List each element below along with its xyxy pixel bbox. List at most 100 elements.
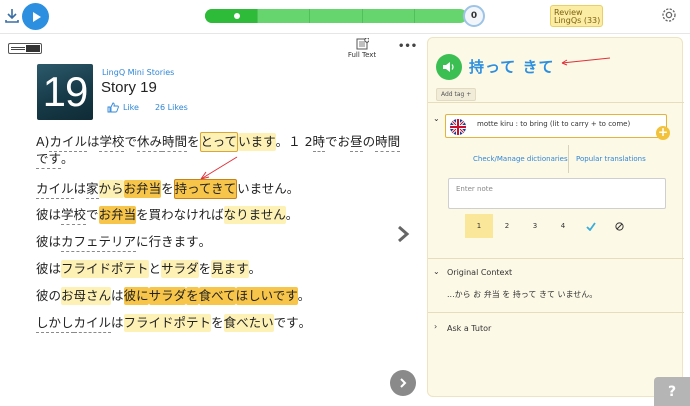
word[interactable]: いません <box>237 180 287 198</box>
word[interactable]: は <box>49 260 62 278</box>
word[interactable]: 。 <box>286 206 299 224</box>
ask-tutor-header[interactable]: Ask a Tutor <box>447 324 491 333</box>
chevron-right-icon[interactable]: › <box>434 322 437 331</box>
selected-word[interactable]: 持ってきて <box>173 179 238 199</box>
word[interactable]: を <box>186 287 199 305</box>
download-icon[interactable] <box>3 7 21 25</box>
word[interactable]: の <box>363 133 376 151</box>
word[interactable]: 。 <box>299 314 312 332</box>
check-dictionaries-link[interactable]: Check/Manage dictionaries <box>473 155 568 163</box>
word[interactable]: です <box>274 314 299 332</box>
word[interactable]: を <box>161 180 174 198</box>
meaning-text[interactable]: motte kiru : to bring (lit to carry + to… <box>477 120 630 128</box>
word[interactable]: カイル <box>36 180 74 199</box>
help-button[interactable]: ? <box>654 377 690 406</box>
word[interactable]: なりません <box>223 206 286 224</box>
word[interactable]: でお <box>325 133 350 151</box>
lingq-word[interactable]: とって <box>199 132 239 152</box>
word[interactable]: フライドポテト <box>61 260 149 278</box>
word[interactable]: います <box>238 133 276 151</box>
review-lingqs-button[interactable]: Review LingQs (33) <box>550 5 603 27</box>
popular-translations-link[interactable]: Popular translations <box>576 155 646 163</box>
word[interactable]: から <box>98 180 124 198</box>
word[interactable]: は <box>87 133 100 151</box>
word[interactable]: 学校 <box>99 133 125 152</box>
word[interactable]: 。 <box>276 133 289 151</box>
add-tag-button[interactable]: Add tag + <box>436 88 477 101</box>
word[interactable]: 時 <box>312 133 326 152</box>
chevron-right-icon[interactable] <box>396 224 410 244</box>
word[interactable]: 彼 <box>36 287 49 305</box>
word[interactable]: 。 <box>287 180 300 198</box>
speaker-icon[interactable] <box>436 54 462 80</box>
word[interactable]: は <box>111 287 124 305</box>
play-button[interactable] <box>22 3 49 30</box>
word[interactable]: 見ます <box>211 260 249 278</box>
word[interactable]: A) <box>36 133 49 151</box>
ignore-icon[interactable] <box>605 214 633 238</box>
word[interactable]: は <box>49 233 62 251</box>
word[interactable]: で <box>124 133 137 151</box>
word[interactable]: を <box>187 133 200 151</box>
word[interactable]: 。 <box>298 287 311 305</box>
word[interactable]: は <box>111 314 124 332</box>
more-options-icon[interactable]: ••• <box>398 41 417 52</box>
course-link[interactable]: LingQ Mini Stories <box>102 68 174 77</box>
sentence-mode-toggle[interactable] <box>8 43 42 54</box>
lingq-word[interactable]: 彼に <box>123 287 149 305</box>
status-3-button[interactable]: 3 <box>521 214 549 238</box>
word[interactable]: 彼 <box>36 260 49 278</box>
word[interactable]: 買わなければ <box>149 206 224 224</box>
view-mode-selector[interactable]: Full Text <box>346 38 378 59</box>
lingq-word[interactable]: 食べて <box>198 287 236 305</box>
word[interactable]: に <box>136 233 149 251</box>
word[interactable]: 。 <box>199 233 212 251</box>
like-button[interactable]: Like <box>123 103 139 112</box>
word[interactable]: は <box>49 206 62 224</box>
next-page-button[interactable] <box>390 370 416 396</box>
original-context-header[interactable]: Original Context <box>447 268 512 277</box>
chevron-down-icon[interactable]: ⌄ <box>433 114 440 123</box>
word[interactable]: 休み <box>137 133 163 152</box>
add-meaning-button[interactable]: + <box>656 126 670 140</box>
word[interactable]: を <box>199 260 212 278</box>
thumbs-up-icon[interactable] <box>107 102 119 113</box>
status-1-button[interactable]: 1 <box>465 214 493 238</box>
word[interactable]: 。 <box>61 150 74 168</box>
chevron-down-icon[interactable]: ⌄ <box>433 267 440 276</box>
word[interactable]: は <box>74 180 87 198</box>
note-field[interactable]: Enter note <box>448 178 666 209</box>
word[interactable]: 行きます <box>149 233 199 251</box>
word[interactable]: 学校 <box>61 206 87 225</box>
gear-icon[interactable] <box>660 6 678 24</box>
word[interactable]: 昼 <box>350 133 363 152</box>
word[interactable]: 。 <box>249 260 262 278</box>
lingq-word[interactable]: サラダ <box>148 287 187 305</box>
word[interactable]: １ 2 <box>288 133 312 151</box>
word[interactable]: しかし <box>36 314 74 333</box>
word[interactable]: カイル <box>73 314 112 333</box>
word[interactable]: 彼 <box>36 233 49 251</box>
word[interactable]: 食べたい <box>223 314 274 332</box>
lesson-progress-bar[interactable] <box>205 9 467 23</box>
word[interactable]: で <box>86 206 99 224</box>
known-check-icon[interactable] <box>577 214 605 238</box>
lingq-word[interactable]: お弁当 <box>123 180 162 198</box>
word[interactable]: を <box>136 206 149 224</box>
word[interactable]: です <box>36 150 62 169</box>
word[interactable]: フライドポテト <box>123 314 212 332</box>
word[interactable]: を <box>211 314 224 332</box>
word[interactable]: 時間 <box>375 133 401 152</box>
status-4-button[interactable]: 4 <box>549 214 577 238</box>
word[interactable]: 家 <box>86 180 99 199</box>
meaning-row[interactable]: motte kiru : to bring (lit to carry + to… <box>445 114 667 138</box>
word[interactable]: 彼 <box>36 206 49 224</box>
word[interactable]: と <box>149 260 162 278</box>
word[interactable]: 時間 <box>162 133 188 152</box>
status-2-button[interactable]: 2 <box>493 214 521 238</box>
word[interactable]: カフェテリア <box>61 233 137 252</box>
lingq-word[interactable]: お弁当 <box>98 206 137 224</box>
lingq-word[interactable]: ほしいです <box>235 287 298 305</box>
word[interactable]: サラダ <box>161 260 199 278</box>
word[interactable]: の <box>49 287 62 305</box>
